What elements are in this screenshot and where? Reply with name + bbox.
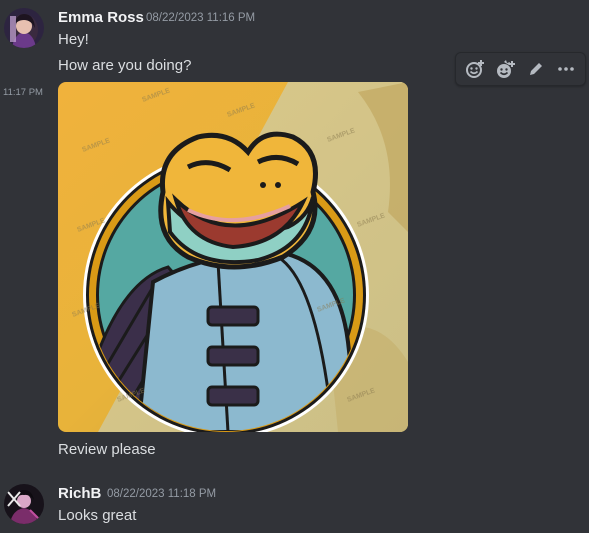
message-toolbar	[455, 52, 586, 86]
add-reaction-icon	[466, 60, 485, 78]
message-timestamp: 08/22/2023 11:16 PM	[146, 12, 256, 24]
message-text: Review please	[58, 441, 156, 458]
avatar[interactable]	[4, 484, 44, 524]
message-text: How are you doing?	[58, 57, 192, 74]
edit-icon	[529, 61, 543, 75]
message-timestamp: 08/22/2023 11:18 PM	[107, 488, 217, 500]
more-options-button[interactable]	[552, 55, 580, 83]
author-name[interactable]: RichB	[58, 485, 101, 502]
super-reaction-icon	[497, 60, 516, 78]
message-text: Hey!	[58, 31, 89, 48]
message-text: Looks great	[58, 507, 137, 524]
avatar[interactable]	[4, 8, 44, 48]
chat-messages: Emma Ross 08/22/2023 11:16 PM Hey! How a…	[0, 0, 589, 533]
super-reaction-button[interactable]	[491, 55, 519, 83]
add-reaction-button[interactable]	[461, 55, 489, 83]
message-timestamp: 11:17 PM	[3, 87, 43, 98]
edit-button[interactable]	[522, 55, 550, 83]
image-attachment[interactable]: SAMPLE SAMPLE SAMPLE SAMPLE SAMPLE SAMPL…	[58, 82, 408, 432]
author-name[interactable]: Emma Ross	[58, 9, 144, 26]
more-icon	[558, 67, 574, 71]
